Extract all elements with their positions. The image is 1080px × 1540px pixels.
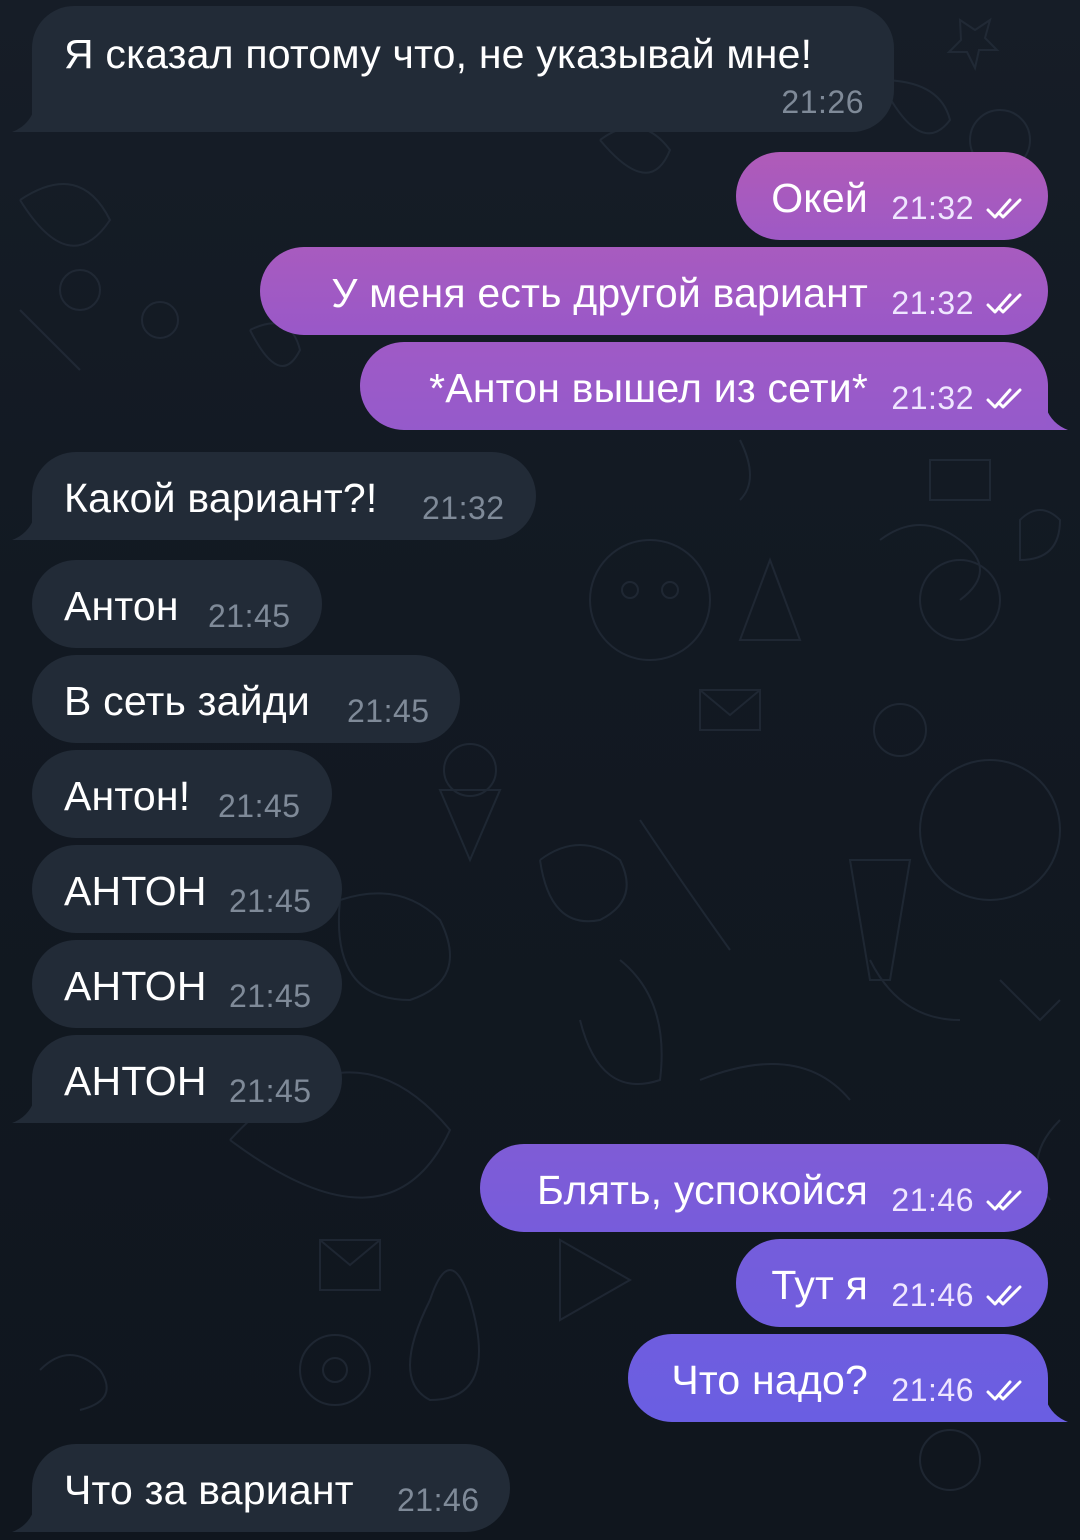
message-incoming[interactable]: АНТОН 21:45 <box>32 845 342 933</box>
double-check-icon <box>986 388 1022 409</box>
message-outgoing[interactable]: У меня есть другой вариант 21:32 <box>260 247 1048 335</box>
message-text: У меня есть другой вариант <box>331 270 868 316</box>
message-text: *Антон вышел из сети* <box>429 365 868 411</box>
message-text: Я сказал потому что, не указывай мне! <box>64 31 813 77</box>
message-text: Блять, успокойся <box>536 1167 868 1213</box>
message-outgoing[interactable]: *Антон вышел из сети* 21:32 <box>360 342 1048 430</box>
bubble-tail <box>1046 1400 1068 1422</box>
message-time: 21:32 <box>422 490 505 526</box>
message-time: 21:45 <box>229 883 312 919</box>
message-time: 21:32 <box>891 285 974 321</box>
message-time: 21:26 <box>781 84 864 120</box>
message-text: Антон! <box>64 773 191 819</box>
message-time: 21:46 <box>891 1277 974 1313</box>
message-time: 21:46 <box>397 1482 480 1518</box>
message-time: 21:45 <box>229 978 312 1014</box>
message-text: АНТОН <box>64 868 207 914</box>
message-text: Что надо? <box>671 1357 868 1403</box>
message-text: АНТОН <box>64 1058 207 1104</box>
message-incoming[interactable]: Антон 21:45 <box>32 560 322 648</box>
message-incoming[interactable]: В сеть зайди 21:45 <box>32 655 460 743</box>
double-check-icon <box>986 1380 1022 1401</box>
message-outgoing[interactable]: Блять, успокойся 21:46 <box>480 1144 1048 1232</box>
message-time: 21:45 <box>218 788 301 824</box>
double-check-icon <box>986 198 1022 219</box>
double-check-icon <box>986 1285 1022 1306</box>
message-outgoing[interactable]: Что надо? 21:46 <box>628 1334 1048 1422</box>
bubble-tail <box>1046 408 1068 430</box>
message-text: Тут я <box>771 1262 868 1308</box>
message-time: 21:45 <box>208 598 291 634</box>
message-incoming[interactable]: Что за вариант 21:46 <box>32 1444 510 1532</box>
message-text: В сеть зайди <box>64 678 310 724</box>
message-incoming[interactable]: АНТОН 21:45 <box>32 940 342 1028</box>
message-time: 21:45 <box>347 693 430 729</box>
message-incoming[interactable]: Какой вариант?! 21:32 <box>32 452 536 540</box>
message-text: Что за вариант <box>64 1467 354 1513</box>
double-check-icon <box>986 1190 1022 1211</box>
bubble-tail <box>12 1510 34 1532</box>
message-text: Какой вариант?! <box>64 475 378 521</box>
bubble-tail <box>12 1101 34 1123</box>
message-time: 21:32 <box>891 190 974 226</box>
bubble-tail <box>12 518 34 540</box>
message-text: Окей <box>771 175 868 221</box>
message-time: 21:46 <box>891 1182 974 1218</box>
message-incoming[interactable]: Я сказал потому что, не указывай мне! 21… <box>32 6 894 132</box>
message-outgoing[interactable]: Окей 21:32 <box>736 152 1048 240</box>
message-incoming[interactable]: Антон! 21:45 <box>32 750 332 838</box>
message-incoming[interactable]: АНТОН 21:45 <box>32 1035 342 1123</box>
message-outgoing[interactable]: Тут я 21:46 <box>736 1239 1048 1327</box>
message-time: 21:45 <box>229 1073 312 1109</box>
message-time: 21:46 <box>891 1372 974 1408</box>
message-time: 21:32 <box>891 380 974 416</box>
message-text: Антон <box>64 583 179 629</box>
bubble-tail <box>12 110 34 132</box>
double-check-icon <box>986 293 1022 314</box>
message-text: АНТОН <box>64 963 207 1009</box>
